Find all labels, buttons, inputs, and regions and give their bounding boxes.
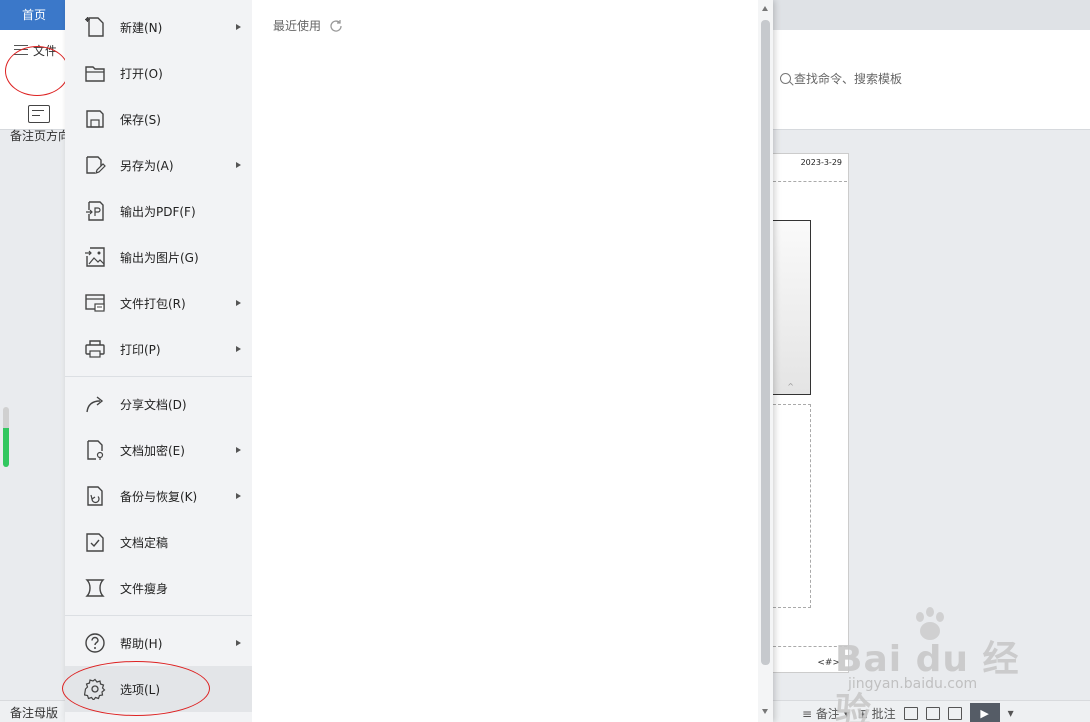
notes-page-icon bbox=[28, 105, 50, 123]
new-file-icon bbox=[84, 16, 106, 38]
finalize-icon bbox=[84, 531, 106, 553]
file-menu-list: 新建(N) 打开(O) 保存(S) 另存为(A) 输出为PDF(F) 输出为图片… bbox=[65, 0, 252, 722]
menu-item-help[interactable]: 帮助(H) bbox=[65, 620, 252, 666]
menu-item-backup[interactable]: 备份与恢复(K) bbox=[65, 473, 252, 519]
menu-item-encrypt[interactable]: 文档加密(E) bbox=[65, 427, 252, 473]
submenu-arrow-icon bbox=[236, 162, 241, 168]
menu-scrollbar[interactable] bbox=[758, 0, 773, 722]
menu-item-open[interactable]: 打开(O) bbox=[65, 50, 252, 96]
open-folder-icon bbox=[84, 62, 106, 84]
recent-files-header: 最近使用 bbox=[273, 17, 343, 34]
file-menu-panel: 新建(N) 打开(O) 保存(S) 另存为(A) 输出为PDF(F) 输出为图片… bbox=[65, 0, 773, 722]
backup-icon bbox=[84, 485, 106, 507]
caret-up-icon: ^ bbox=[787, 382, 794, 391]
save-as-icon bbox=[84, 154, 106, 176]
scroll-up-icon[interactable] bbox=[762, 6, 768, 11]
notes-direction-label: 备注页方向 bbox=[10, 129, 66, 143]
image-icon bbox=[84, 246, 106, 268]
submenu-arrow-icon bbox=[236, 447, 241, 453]
menu-item-export-pdf[interactable]: 输出为PDF(F) bbox=[65, 188, 252, 234]
notes-direction-button[interactable]: 备注页方向 bbox=[10, 105, 68, 144]
menu-item-share[interactable]: 分享文档(D) bbox=[65, 381, 252, 427]
submenu-arrow-icon bbox=[236, 346, 241, 352]
slide-preview[interactable]: 2023-3-29 ^ <#> bbox=[772, 153, 849, 673]
notes-placeholder[interactable] bbox=[773, 404, 811, 608]
encrypt-icon bbox=[84, 439, 106, 461]
menu-item-export-image[interactable]: 输出为图片(G) bbox=[65, 234, 252, 280]
menu-item-package[interactable]: 文件打包(R) bbox=[65, 280, 252, 326]
slim-icon bbox=[84, 577, 106, 599]
recent-files-title: 最近使用 bbox=[273, 19, 322, 33]
submenu-arrow-icon bbox=[236, 493, 241, 499]
watermark-url: jingyan.baidu.com bbox=[848, 676, 978, 692]
slide-thumbnail[interactable]: ^ bbox=[773, 220, 811, 395]
panel-resize-handle[interactable] bbox=[3, 407, 9, 467]
menu-item-slim[interactable]: 文件瘦身 bbox=[65, 565, 252, 611]
print-icon bbox=[84, 338, 106, 360]
search-icon bbox=[780, 73, 791, 84]
menu-item-print[interactable]: 打印(P) bbox=[65, 326, 252, 372]
menu-item-save-as[interactable]: 另存为(A) bbox=[65, 142, 252, 188]
baidu-watermark: Bai du 经验 jingyan.baidu.com bbox=[830, 600, 1040, 722]
refresh-icon[interactable] bbox=[329, 19, 343, 33]
help-icon bbox=[84, 632, 106, 654]
package-icon bbox=[84, 292, 106, 314]
menu-item-finalize[interactable]: 文档定稿 bbox=[65, 519, 252, 565]
search-placeholder: 查找命令、搜索模板 bbox=[794, 72, 903, 86]
annotation-circle-file bbox=[5, 46, 69, 96]
annotation-circle-options bbox=[62, 661, 210, 716]
notes-master-label: 备注母版 bbox=[10, 706, 59, 720]
submenu-arrow-icon bbox=[236, 24, 241, 30]
share-icon bbox=[84, 393, 106, 415]
submenu-arrow-icon bbox=[236, 640, 241, 646]
menu-item-new[interactable]: 新建(N) bbox=[65, 4, 252, 50]
command-search[interactable]: 查找命令、搜索模板 bbox=[780, 70, 902, 87]
tab-home[interactable]: 首页 bbox=[0, 0, 66, 30]
save-icon bbox=[84, 108, 106, 130]
header-placeholder-line bbox=[773, 181, 847, 182]
slide-date: 2023-3-29 bbox=[800, 158, 842, 167]
submenu-arrow-icon bbox=[236, 300, 241, 306]
menu-divider bbox=[65, 615, 252, 616]
menu-item-save[interactable]: 保存(S) bbox=[65, 96, 252, 142]
scroll-down-icon[interactable] bbox=[762, 709, 768, 714]
menu-divider bbox=[65, 376, 252, 377]
pdf-icon bbox=[84, 200, 106, 222]
scroll-thumb[interactable] bbox=[761, 20, 770, 665]
